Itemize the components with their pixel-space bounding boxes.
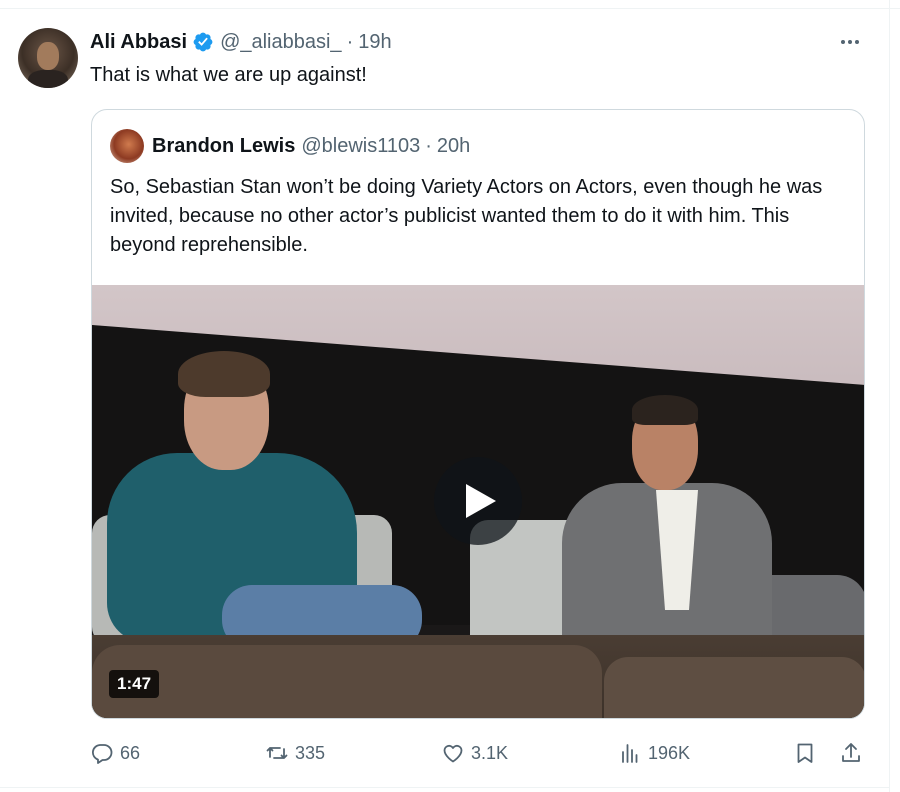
author-handle[interactable]: @_aliabbasi_: [220, 31, 342, 54]
play-icon: [466, 484, 496, 518]
reply-icon: [92, 744, 113, 764]
timestamp[interactable]: 19h: [358, 31, 391, 54]
bookmark-button[interactable]: [793, 736, 817, 770]
repost-button[interactable]: 335: [265, 736, 325, 770]
video-player[interactable]: 1:47: [92, 285, 864, 718]
tweet-header: Ali Abbasi @_aliabbasi_ · 19h: [90, 28, 392, 56]
separator-dot: ·: [346, 30, 354, 53]
share-icon: [842, 743, 860, 762]
quoted-avatar[interactable]: [110, 129, 144, 163]
quoted-tweet-header: Brandon Lewis @blewis1103 · 20h: [110, 129, 470, 163]
video-duration: 1:47: [109, 670, 160, 698]
top-divider: [0, 8, 900, 9]
right-divider: [889, 0, 890, 792]
views-button[interactable]: 196K: [618, 736, 690, 770]
avatar[interactable]: [18, 28, 78, 88]
share-button[interactable]: [839, 736, 863, 770]
author-name[interactable]: Ali Abbasi: [90, 31, 187, 54]
quoted-tweet[interactable]: Brandon Lewis @blewis1103 · 20h So, Seba…: [91, 109, 865, 719]
action-bar: 66 335 3.1K 196K: [90, 736, 865, 770]
repost-icon: [266, 747, 288, 759]
ellipsis-icon: [841, 40, 845, 44]
repost-count: 335: [295, 742, 326, 763]
like-button[interactable]: 3.1K: [441, 736, 508, 770]
heart-icon: [443, 744, 463, 763]
quoted-tweet-text: So, Sebastian Stan won’t be doing Variet…: [110, 176, 823, 256]
bookmark-icon: [797, 743, 813, 763]
more-options-button[interactable]: [836, 30, 864, 54]
views-chart-icon: [622, 744, 638, 763]
reply-button[interactable]: 66: [90, 736, 140, 770]
like-count: 3.1K: [471, 742, 509, 763]
quoted-author-name[interactable]: Brandon Lewis: [152, 135, 295, 158]
tweet-text: That is what we are up against!: [90, 64, 367, 86]
quoted-author-handle[interactable]: @blewis1103: [301, 135, 420, 158]
separator-dot: ·: [425, 134, 432, 157]
quoted-timestamp[interactable]: 20h: [437, 135, 470, 158]
verified-badge-icon: [193, 32, 213, 52]
bottom-divider: [0, 787, 889, 788]
reply-count: 66: [120, 742, 141, 763]
view-count: 196K: [648, 742, 691, 763]
play-button[interactable]: [434, 457, 522, 545]
